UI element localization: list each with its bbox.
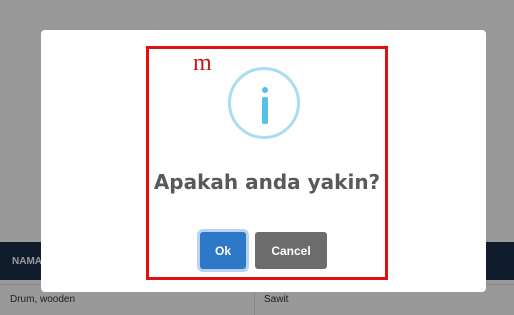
annotation-mark: m — [193, 50, 212, 76]
annotation-highlight-box — [146, 46, 388, 280]
